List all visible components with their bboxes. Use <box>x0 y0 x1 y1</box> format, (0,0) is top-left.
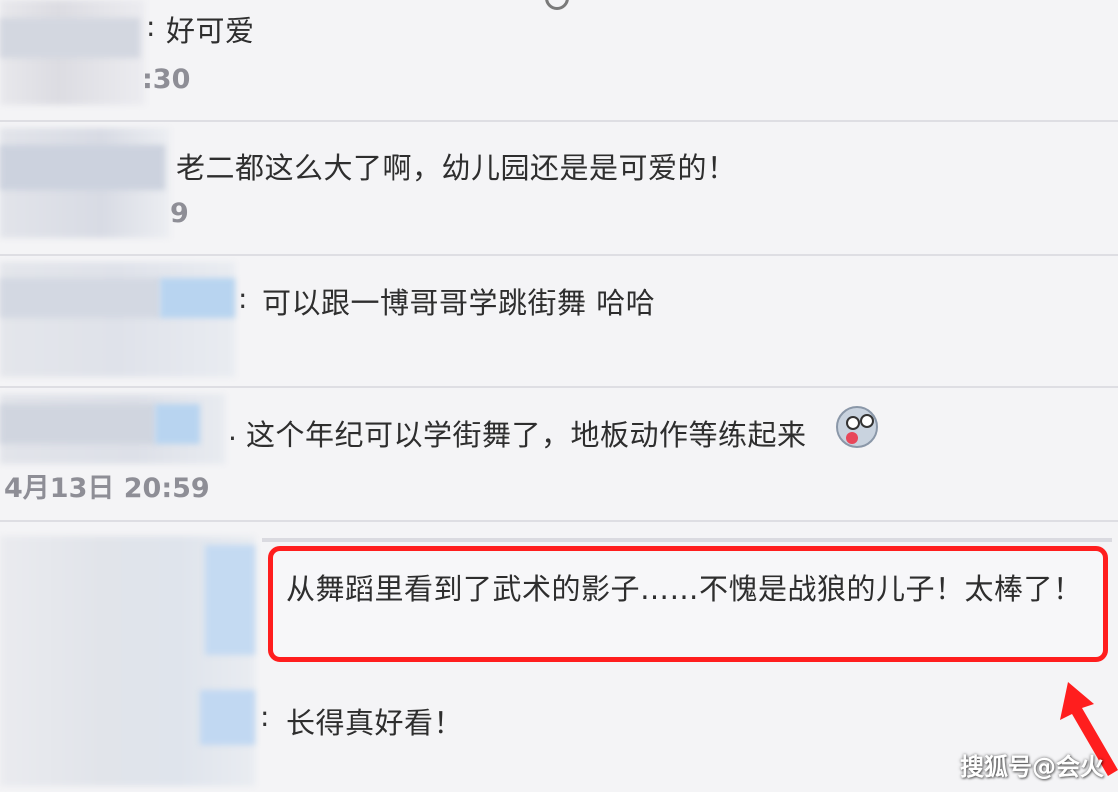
comment-divider <box>0 120 1118 122</box>
comment-time: 9 <box>170 198 189 229</box>
surprised-face-emoji-icon <box>836 406 878 448</box>
blurred-username-accent <box>160 278 235 318</box>
comment-time: 4月13日 20:59 <box>4 473 210 504</box>
loading-ring-icon <box>545 0 569 10</box>
blurred-username-accent <box>200 690 255 745</box>
comment-text: 可以跟一博哥哥学跳街舞 哈哈 <box>262 286 656 320</box>
watermark: 搜狐号@会火 <box>960 753 1104 781</box>
reply-text: 从舞蹈里看到了武术的影子……不愧是战狼的儿子！太棒了！ <box>286 572 1083 606</box>
comment-colon: : <box>146 10 156 43</box>
blurred-username-accent <box>205 545 255 655</box>
reply-box-top-border <box>262 538 1112 542</box>
comment-divider <box>0 520 1118 522</box>
comment-text: 这个年纪可以学街舞了，地板动作等练起来 <box>246 418 807 452</box>
blurred-username <box>0 404 155 444</box>
comment-colon: : <box>260 700 270 733</box>
comment-text: 长得真好看！ <box>286 706 464 740</box>
blurred-username-accent <box>155 404 200 444</box>
blurred-username <box>0 18 140 58</box>
blurred-username <box>0 278 160 318</box>
comment-colon: . <box>228 414 237 447</box>
blurred-username <box>0 145 165 190</box>
comment-colon: : <box>238 282 248 315</box>
comment-text: 老二都这么大了啊，幼儿园还是是可爱的！ <box>176 151 737 185</box>
comment-divider <box>0 386 1118 388</box>
comment-divider <box>0 254 1118 256</box>
comment-text: 好可爱 <box>166 14 255 48</box>
comment-time: :30 <box>142 64 191 95</box>
